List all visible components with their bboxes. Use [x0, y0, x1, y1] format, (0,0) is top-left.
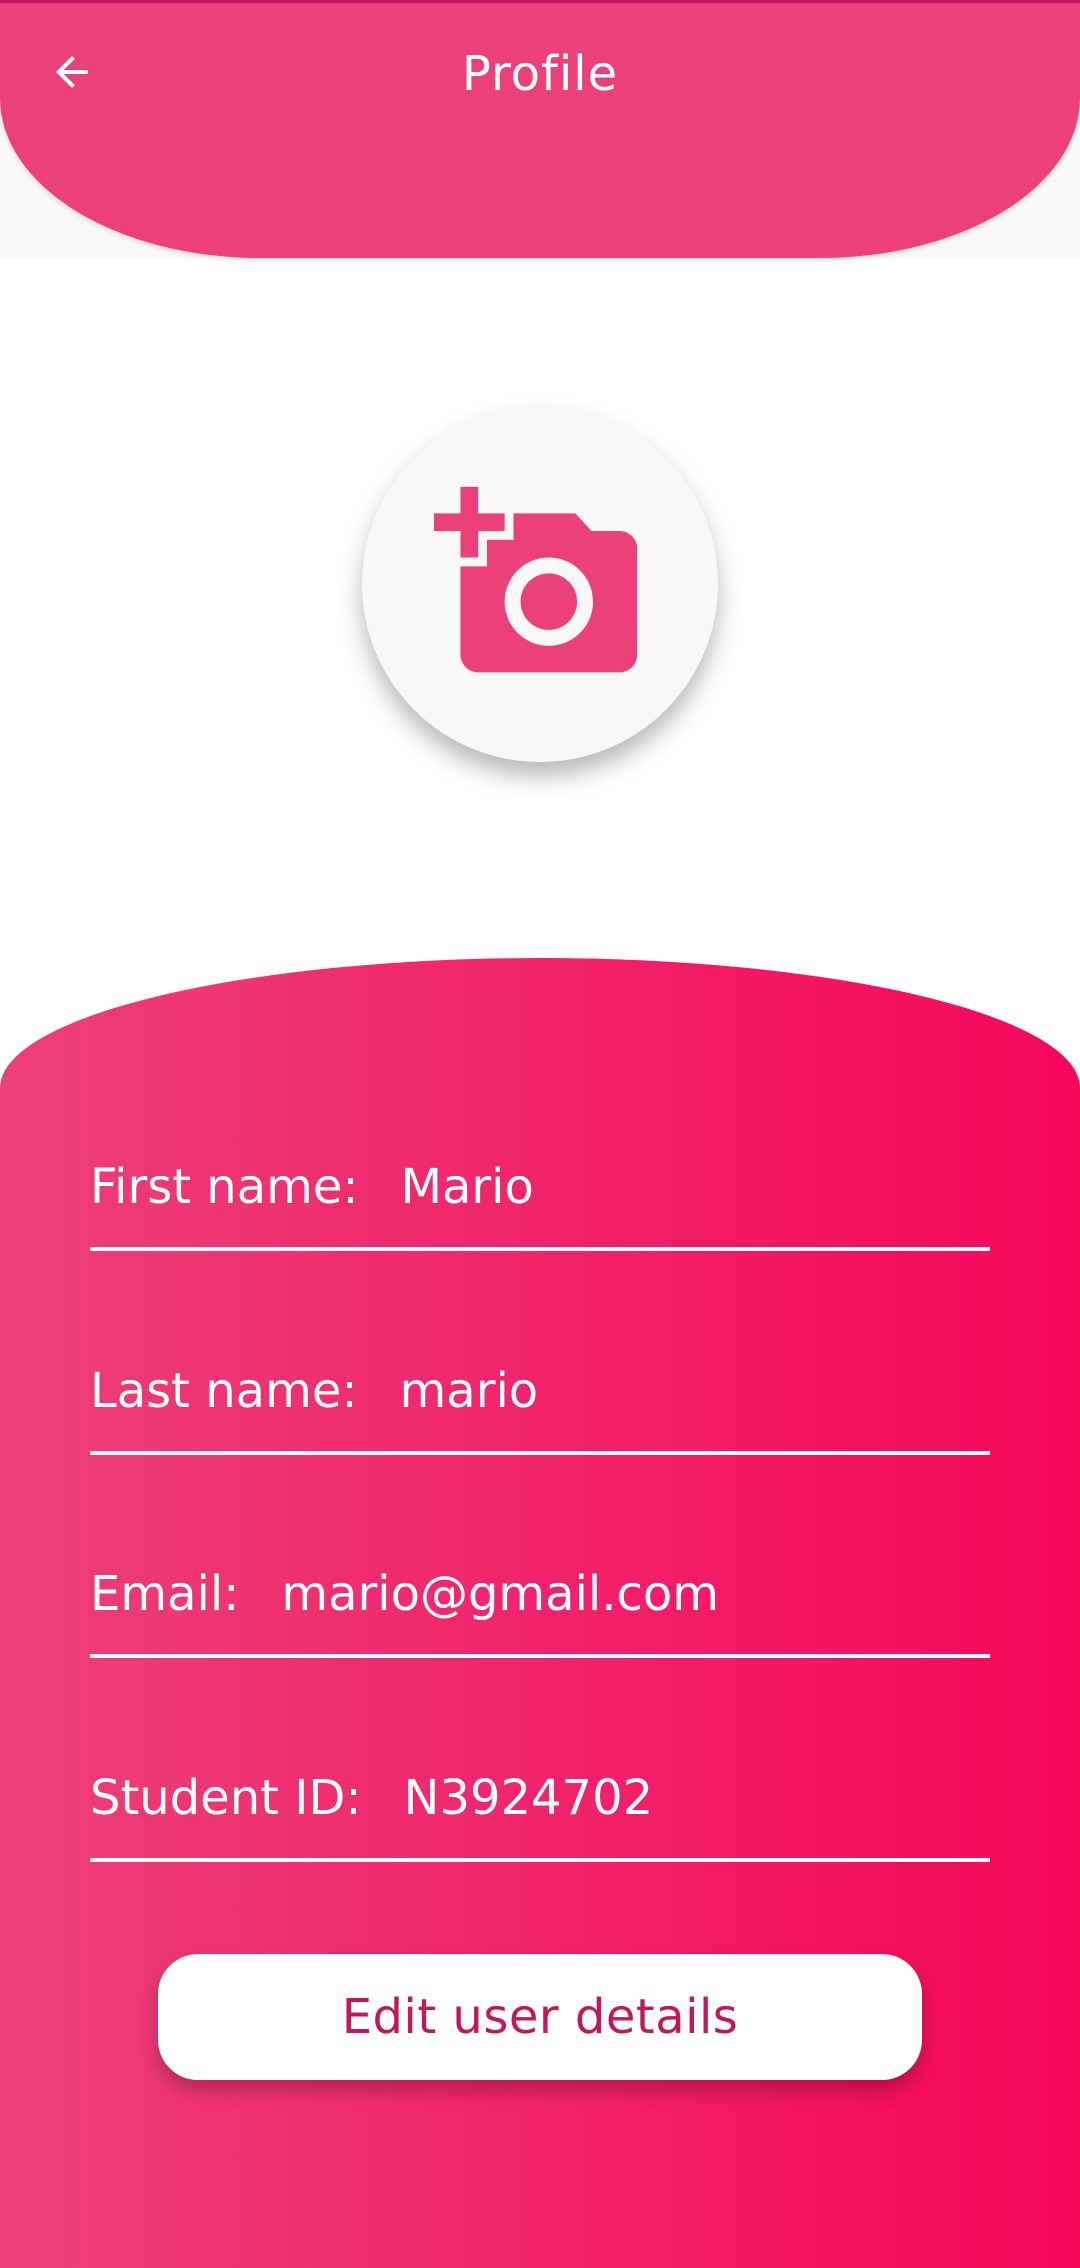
student-id-field: Student ID: N3924702: [90, 1768, 990, 1828]
last-name-underline: [90, 1451, 990, 1455]
student-id-label: Student ID:: [90, 1770, 362, 1826]
email-label: Email:: [90, 1566, 240, 1622]
add-a-photo-icon: [434, 486, 638, 673]
page-title: Profile: [461, 46, 619, 102]
first-name-value: Mario: [400, 1159, 534, 1215]
first-name-field: First name: Mario: [90, 1157, 990, 1217]
last-name-value: mario: [399, 1363, 539, 1419]
first-name-underline: [90, 1247, 990, 1251]
email-field: Email: mario@gmail.com: [90, 1564, 990, 1624]
last-name-field: Last name: mario: [90, 1361, 990, 1421]
profile-photo-button[interactable]: [362, 406, 718, 762]
last-name-label: Last name:: [90, 1363, 358, 1419]
first-name-label: First name:: [90, 1159, 359, 1215]
student-id-underline: [90, 1858, 990, 1862]
edit-user-details-button[interactable]: Edit user details: [158, 1954, 922, 2080]
email-value: mario@gmail.com: [281, 1566, 720, 1622]
email-underline: [90, 1654, 990, 1658]
student-id-value: N3924702: [403, 1770, 654, 1826]
status-bar-edge: [0, 0, 1080, 3]
